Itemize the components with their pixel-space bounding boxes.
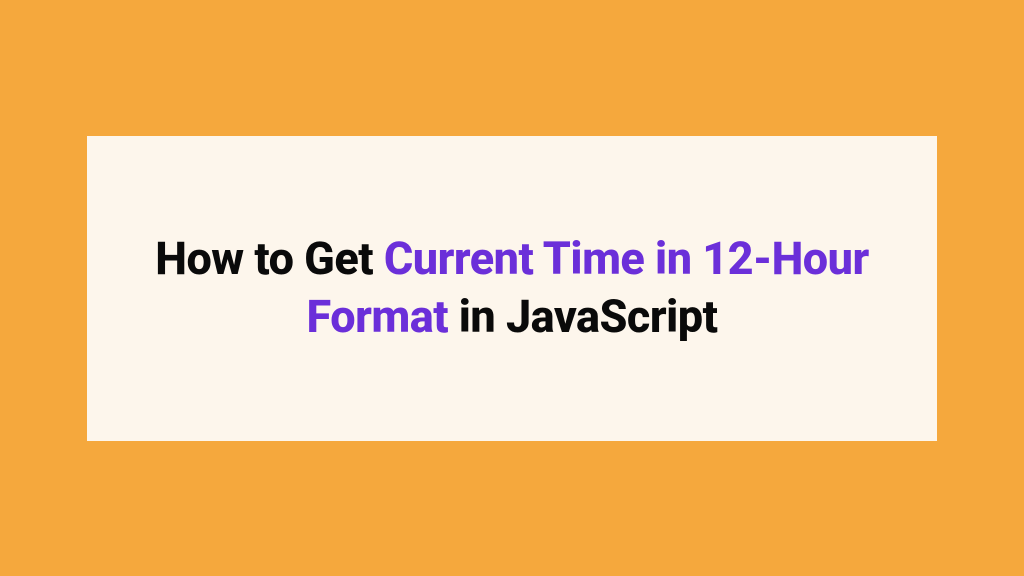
title-part-2: in JavaScript (448, 290, 717, 343)
title-part-1: How to Get (155, 232, 384, 285)
page-title: How to Get Current Time in 12-Hour Forma… (147, 230, 877, 347)
title-card: How to Get Current Time in 12-Hour Forma… (87, 136, 937, 441)
